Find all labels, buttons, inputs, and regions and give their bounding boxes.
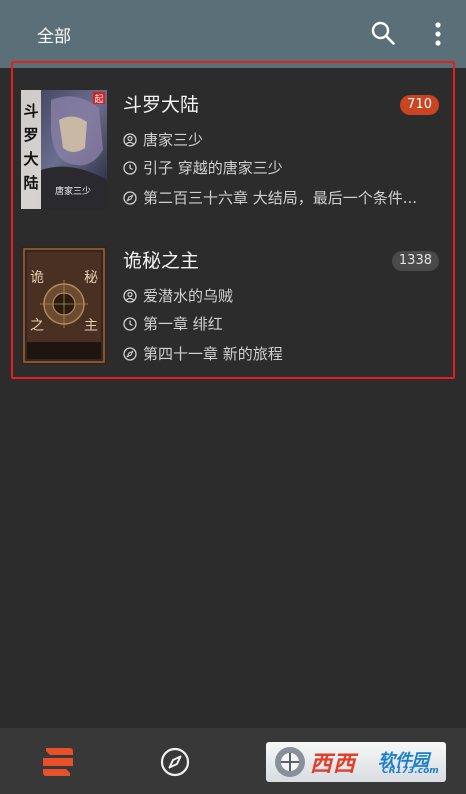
watermark-brand: 西西 <box>310 752 357 777</box>
chapter-count-badge: 1338 <box>391 251 439 271</box>
latest-chapter-text: 第二百三十六章 大结局，最后一个条件... <box>143 189 418 207</box>
discover-compass-icon[interactable] <box>159 746 191 778</box>
book-author: 唐家三少 <box>123 129 203 150</box>
author-text: 爱潜水的乌贼 <box>143 287 234 305</box>
svg-text:主: 主 <box>84 318 98 334</box>
compass-icon <box>123 190 137 205</box>
watermark-url: CR173.com <box>382 766 439 776</box>
latest-chapter-text: 第四十一章 新的旅程 <box>143 345 283 363</box>
author-icon <box>123 132 137 147</box>
author-icon <box>123 288 137 303</box>
book-title: 诡秘之主 <box>123 250 200 272</box>
svg-text:唐家三少: 唐家三少 <box>55 185 91 197</box>
author-text: 唐家三少 <box>143 131 204 149</box>
last-read-text: 引子 穿越的唐家三少 <box>143 159 283 177</box>
bookshelf-icon[interactable] <box>40 744 76 780</box>
svg-text:秘: 秘 <box>84 270 98 286</box>
clock-icon <box>123 316 137 331</box>
app-bar: 全部 <box>0 0 466 68</box>
unread-count-badge: 710 <box>400 95 439 115</box>
book-title: 斗罗大陆 <box>123 94 200 116</box>
svg-text:斗: 斗 <box>23 102 38 120</box>
svg-text:陆: 陆 <box>23 174 38 192</box>
svg-text:之: 之 <box>30 318 44 334</box>
search-icon[interactable] <box>370 20 396 46</box>
last-read-chapter: 引子 穿越的唐家三少 <box>123 157 283 178</box>
svg-text:诡: 诡 <box>30 270 44 286</box>
svg-text:大: 大 <box>23 150 38 168</box>
book-item[interactable]: 起 斗 罗 大 陆 唐家三少 斗罗大陆 710 唐家三少 引子 穿越的唐家三少 <box>0 68 466 224</box>
book-author: 爱潜水的乌贼 <box>123 285 233 306</box>
latest-chapter: 第四十一章 新的旅程 <box>123 343 448 364</box>
svg-text:罗: 罗 <box>23 126 38 144</box>
bottom-nav: 西西 软件园 CR173.com <box>0 728 466 794</box>
more-vert-icon[interactable] <box>428 20 448 48</box>
tab-all[interactable]: 全部 <box>37 22 71 47</box>
cover-badge-text: 起 <box>94 94 103 105</box>
clock-icon <box>123 160 137 175</box>
book-item[interactable]: 诡 秘 之 主 诡秘之主 1338 爱潜水的乌贼 第一章 绯红 第四十一章 新的… <box>0 224 466 380</box>
book-cover: 起 斗 罗 大 陆 唐家三少 <box>21 90 107 209</box>
last-read-text: 第一章 绯红 <box>143 315 223 333</box>
watermark-logo: 西西 软件园 CR173.com <box>266 742 446 782</box>
watermark-emblem-icon <box>275 747 305 777</box>
book-cover: 诡 秘 之 主 <box>21 246 107 365</box>
last-read-chapter: 第一章 绯红 <box>123 313 223 334</box>
latest-chapter: 第二百三十六章 大结局，最后一个条件... <box>123 187 448 208</box>
compass-icon <box>123 346 137 361</box>
book-list: 起 斗 罗 大 陆 唐家三少 斗罗大陆 710 唐家三少 引子 穿越的唐家三少 <box>0 68 466 380</box>
